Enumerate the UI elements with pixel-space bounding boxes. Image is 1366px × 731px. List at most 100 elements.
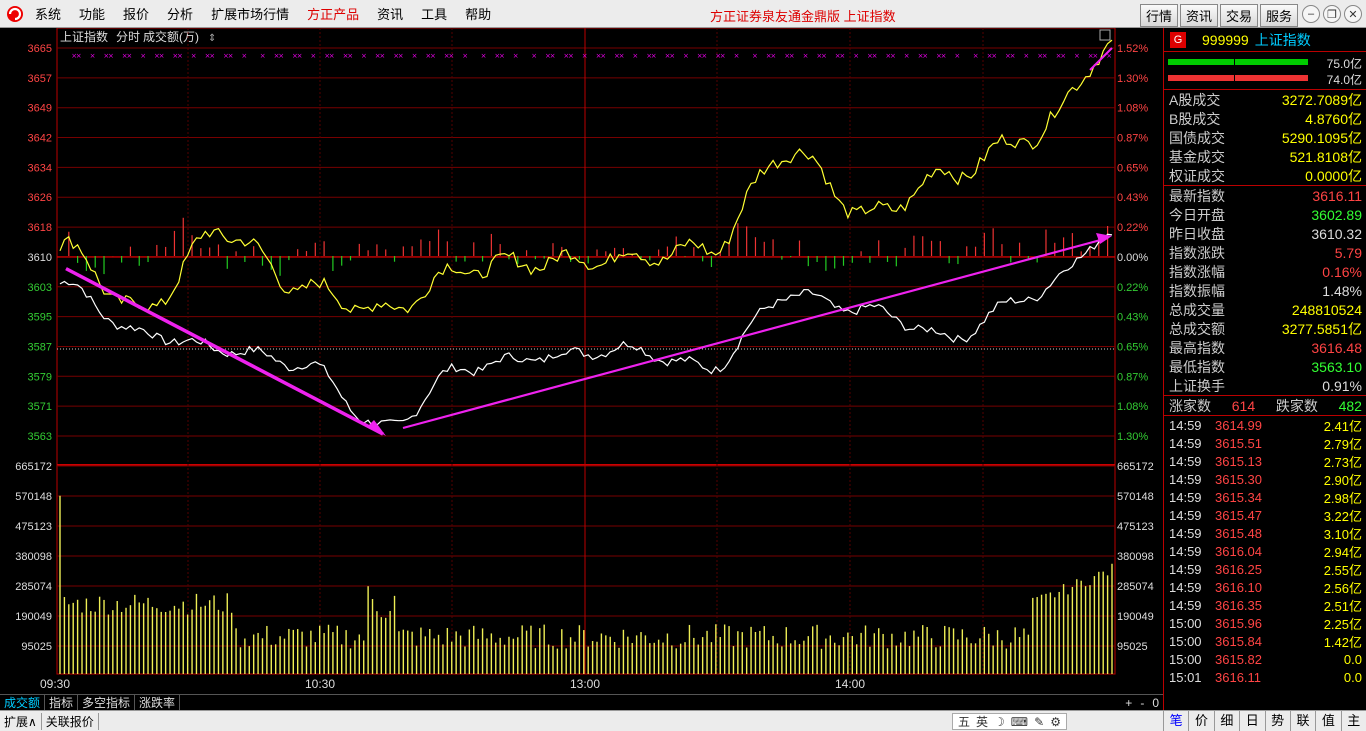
event-marker: × — [278, 52, 284, 60]
price-tick-label: 3579 — [28, 371, 52, 383]
tick-time: 15:01 — [1169, 669, 1202, 685]
volume-tick-label-right: 665172 — [1117, 461, 1154, 473]
trend-arrow-up — [402, 236, 1109, 430]
indicator-tab-2[interactable]: 多空指标 — [78, 694, 136, 711]
tick-amount: 2.94亿 — [1323, 544, 1362, 560]
menu-item-2[interactable]: 报价 — [114, 4, 158, 23]
menu-item-4[interactable]: 扩展市场行情 — [202, 4, 298, 23]
stat-label: 总成交额 — [1169, 320, 1225, 337]
event-marker: × — [872, 52, 878, 60]
quote-panel: G 999999 上证指数 75.0亿 74.0亿 A股成交 3272.7089亿… — [1163, 28, 1366, 710]
event-marker: × — [720, 52, 726, 60]
indicator-tab-3[interactable]: 涨跌率 — [135, 694, 181, 711]
extension-tab-1[interactable]: 关联报价 — [42, 712, 99, 730]
sort-arrows-icon: ⇕ — [208, 33, 216, 44]
event-marker: × — [209, 52, 215, 60]
subtab-7[interactable]: 主 — [1340, 711, 1366, 731]
tick-time: 14:59 — [1169, 507, 1202, 523]
indicator-tab-1[interactable]: 指标 — [45, 694, 79, 711]
tick-list[interactable]: 14:59 3614.99 2.41亿 14:59 3615.51 2.79亿 14:59 3… — [1164, 416, 1366, 686]
stat-label: 最新指数 — [1169, 187, 1225, 204]
top-button-1[interactable]: 资讯 — [1179, 4, 1218, 27]
stat-label: 指数涨幅 — [1169, 263, 1225, 280]
volume-tick-label: 380098 — [15, 551, 52, 563]
tick-row: 14:59 3615.13 2.73亿 — [1164, 452, 1366, 470]
window-title: 方正证券泉友通金鼎版 上证指数 — [710, 9, 896, 24]
menu-item-0[interactable]: 系统 — [26, 4, 70, 23]
index-name: 上证指数 — [1254, 31, 1311, 48]
ime-icon-3[interactable]: ⌨ — [1011, 715, 1028, 729]
tick-amount: 2.41亿 — [1323, 418, 1362, 434]
subtab-0[interactable]: 笔 — [1163, 711, 1188, 731]
minimize-icon[interactable]: – — [1302, 5, 1320, 23]
zoom-button-0[interactable]: + — [1125, 695, 1132, 711]
ime-toolbar[interactable]: 五英 ☽ ⌨ ✎ ⚙ — [952, 713, 1067, 730]
ime-icon-5[interactable]: ⚙ — [1050, 715, 1061, 729]
stat-value: 0.16% — [1322, 263, 1362, 280]
menu-item-8[interactable]: 帮助 — [456, 4, 500, 23]
tick-row: 14:59 3616.04 2.94亿 — [1164, 542, 1366, 560]
menu-item-3[interactable]: 分析 — [158, 4, 202, 23]
subtab-6[interactable]: 值 — [1315, 711, 1340, 731]
volume-tick-label: 95025 — [21, 641, 52, 653]
stat-value: 3610.32 — [1311, 225, 1362, 242]
sell-bar — [1168, 75, 1308, 81]
volume-tick-label: 665172 — [15, 461, 52, 473]
chart-svg[interactable]: 上证指数 分时 成交额(万) ⇕ 3665 1.52% 3657 1.30% 3649 1.08%… — [0, 28, 1163, 694]
event-marker: × — [191, 52, 197, 60]
turnover-label: B股成交 — [1169, 110, 1221, 127]
ime-icon-0[interactable]: 五 — [958, 713, 970, 730]
subtab-2[interactable]: 细 — [1213, 711, 1239, 731]
event-marker: × — [329, 52, 335, 60]
extension-tab-0[interactable]: 扩展∧ — [0, 712, 42, 730]
subtab-3[interactable]: 日 — [1239, 711, 1264, 731]
tick-row: 15:00 3615.82 0.0 — [1164, 650, 1366, 668]
menu-item-7[interactable]: 工具 — [412, 4, 456, 23]
time-label: 10:30 — [305, 677, 335, 691]
volume-tick-label-right: 285074 — [1117, 581, 1154, 593]
top-button-2[interactable]: 交易 — [1219, 4, 1258, 27]
zoom-button-2[interactable]: 0 — [1152, 695, 1159, 711]
panel-subtabs: 笔价细日势联值主 — [1163, 711, 1366, 731]
turnover-row: B股成交 4.8760亿 — [1164, 109, 1366, 128]
tick-price: 3615.51 — [1215, 435, 1262, 451]
volume-tick-label-right: 380098 — [1117, 551, 1154, 563]
app-logo-icon[interactable] — [4, 3, 26, 25]
tick-amount: 0.0 — [1343, 669, 1362, 685]
tick-amount: 1.42亿 — [1323, 634, 1362, 650]
stat-value: 5.79 — [1334, 244, 1362, 261]
ime-icon-2[interactable]: ☽ — [994, 715, 1005, 729]
intraday-chart[interactable]: 上证指数 分时 成交额(万) ⇕ 3665 1.52% 3657 1.30% 3649 1.08%… — [0, 28, 1163, 694]
menu-item-1[interactable]: 功能 — [70, 4, 114, 23]
subtab-1[interactable]: 价 — [1188, 711, 1213, 731]
menu-item-6[interactable]: 资讯 — [368, 4, 412, 23]
close-icon[interactable]: ✕ — [1344, 5, 1362, 23]
tick-amount: 2.73亿 — [1323, 454, 1362, 470]
ime-icon-4[interactable]: ✎ — [1034, 715, 1044, 729]
restore-icon[interactable]: ❐ — [1323, 5, 1341, 23]
indicator-tab-0[interactable]: 成交额 — [0, 694, 46, 711]
event-marker: × — [140, 52, 146, 60]
event-marker: × — [789, 52, 795, 60]
maximize-chart-icon — [1099, 29, 1111, 41]
tick-amount: 2.51亿 — [1323, 598, 1362, 614]
menu-item-5[interactable]: 方正产品 — [298, 4, 368, 23]
volume-tick-label-right: 95025 — [1117, 641, 1148, 653]
zoom-button-1[interactable]: - — [1140, 695, 1144, 711]
event-marker: × — [1010, 52, 1016, 60]
subtab-4[interactable]: 势 — [1264, 711, 1290, 731]
pct-tick-label: 0.65% — [1117, 341, 1148, 353]
top-button-0[interactable]: 行情 — [1139, 4, 1178, 27]
subtab-5[interactable]: 联 — [1289, 711, 1315, 731]
stat-value: 3277.5851亿 — [1281, 320, 1362, 337]
ime-icon-1[interactable]: 英 — [976, 713, 988, 730]
event-marker: × — [412, 52, 418, 60]
pct-tick-label: 0.22% — [1117, 222, 1148, 234]
turnover-value: 0.0000亿 — [1305, 167, 1362, 184]
stat-label: 最低指数 — [1169, 358, 1225, 375]
window-controls: – ❐ ✕ — [1302, 5, 1362, 23]
top-button-3[interactable]: 服务 — [1259, 4, 1298, 27]
event-marker: × — [922, 52, 928, 60]
tick-time: 14:59 — [1169, 525, 1202, 541]
event-marker: × — [770, 52, 776, 60]
